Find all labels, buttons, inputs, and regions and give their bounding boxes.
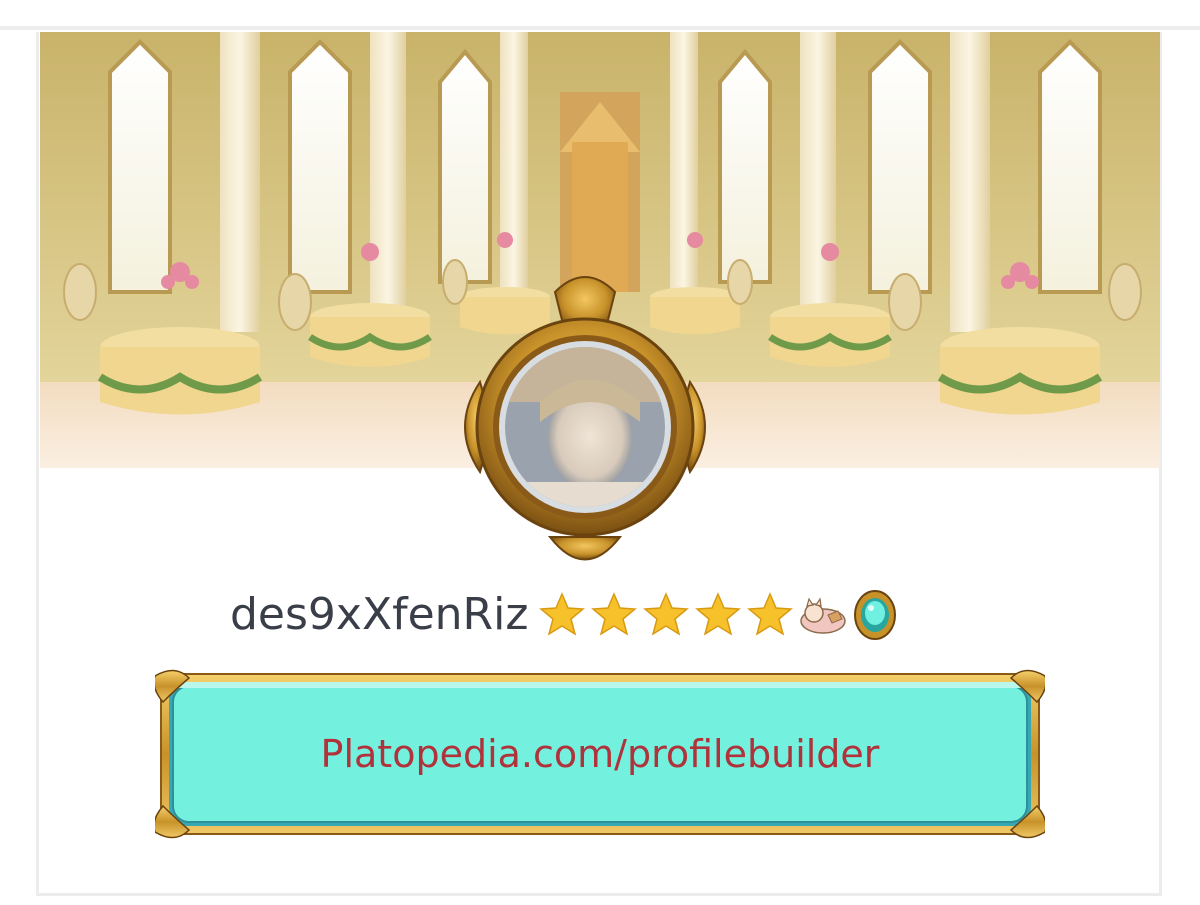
star-icon <box>643 592 690 636</box>
nameplate-link[interactable]: Platopedia.com/profilebuilder <box>155 668 1045 840</box>
gem-badge-icon <box>854 590 897 640</box>
star-icon <box>695 592 742 636</box>
ornate-gold-frame <box>464 276 706 561</box>
star-icon <box>591 592 638 636</box>
star-icon <box>539 592 586 636</box>
profile-nameplate[interactable]: Platopedia.com/profilebuilder <box>153 668 1047 840</box>
avatar[interactable] <box>440 262 730 587</box>
cat-badge-icon <box>800 597 847 634</box>
top-divider <box>0 26 1200 30</box>
star-icon <box>747 592 794 636</box>
username: des9xXfenRiz <box>230 589 529 640</box>
username-row: des9xXfenRiz <box>230 585 898 645</box>
